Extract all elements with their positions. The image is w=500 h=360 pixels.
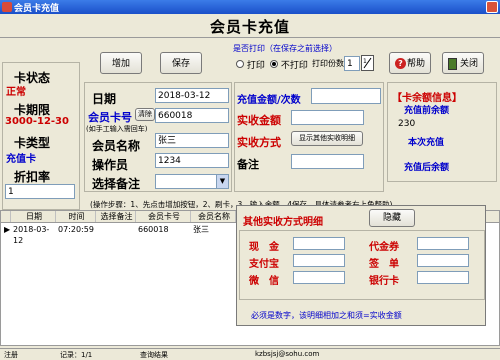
card-type-value: 充值卡: [6, 154, 36, 165]
remark-select-label: 选择备注: [92, 177, 141, 191]
card-number-label: 会员卡号: [88, 111, 132, 124]
grid-row-indicator-header: [1, 211, 11, 222]
clear-button[interactable]: 清除: [135, 108, 155, 121]
calculator-icon[interactable]: 1: [361, 55, 374, 71]
balance-after-label: 充值后余额: [404, 163, 450, 173]
balance-before-value: 230: [398, 119, 416, 129]
wechat-label: 微 信: [249, 276, 279, 287]
operator-input[interactable]: 1234: [155, 153, 229, 168]
amount-input[interactable]: [311, 88, 381, 104]
row-pointer-icon: ▶: [4, 225, 11, 234]
col-card-number[interactable]: 会员卡号: [136, 211, 191, 222]
voucher-label: 代金券: [369, 242, 399, 253]
divider: [0, 37, 500, 38]
print-label: 打印: [246, 61, 265, 71]
show-other-payment-button[interactable]: 显示其他实收明细: [291, 131, 363, 146]
print-radio[interactable]: 打印: [236, 58, 265, 71]
help-icon: ?: [395, 58, 406, 69]
status-records: 记录：1/1: [60, 351, 93, 359]
save-button[interactable]: 保存: [160, 52, 202, 74]
noprint-radio[interactable]: 不打印: [270, 58, 308, 71]
discount-label: 折扣率: [14, 170, 51, 184]
radio-noprint[interactable]: [270, 60, 278, 68]
copies-input[interactable]: 1: [344, 56, 360, 71]
svg-text:1: 1: [363, 58, 367, 65]
help-label: 帮助: [406, 59, 425, 69]
card-number-input[interactable]: 660018: [155, 108, 229, 123]
radio-print[interactable]: [236, 60, 244, 68]
card-number-hint: (如手工输入需回车): [86, 125, 148, 133]
print-question: 是否打印（在保存之前选择）: [233, 44, 337, 53]
window-title: 会员卡充值: [14, 4, 60, 14]
status-query: 查询结果: [140, 351, 168, 359]
note-input[interactable]: [291, 154, 364, 169]
status-bar: 注册 记录：1/1 查询结果 kzbsjsj@sohu.com: [0, 348, 500, 359]
chevron-down-icon[interactable]: ▼: [216, 175, 228, 188]
remark-select[interactable]: ▼: [155, 174, 229, 189]
cell-remark: [96, 224, 136, 235]
payment-detail-title: 其他实收方式明细: [243, 217, 323, 228]
amount-label: 充值金额/次数: [237, 95, 301, 106]
payment-detail-panel: 其他实收方式明细 隐藏 现 金 支付宝 微 信 代金券 签 单 银行卡 必须是数…: [236, 205, 486, 326]
date-label: 日期: [92, 92, 117, 106]
actual-amount-input[interactable]: [291, 110, 364, 125]
bankcard-label: 银行卡: [369, 276, 399, 287]
cell-member-name: 张三: [193, 225, 209, 234]
card-status-value: 正常: [6, 87, 26, 98]
copies-label: 打印份数: [312, 59, 344, 68]
voucher-input[interactable]: [417, 237, 469, 250]
date-input[interactable]: 2018-03-12: [155, 88, 229, 103]
col-time[interactable]: 时间: [56, 211, 96, 222]
noprint-label: 不打印: [280, 61, 308, 71]
this-recharge-label: 本次充值: [408, 138, 445, 148]
cell-time: 07:20:59: [58, 225, 94, 234]
help-button[interactable]: ? 帮助: [389, 52, 431, 74]
window-close-button[interactable]: [486, 1, 498, 13]
status-email: kzbsjsj@sohu.com: [255, 350, 320, 358]
cash-label: 现 金: [249, 242, 279, 253]
balance-title: 【卡余额信息】: [392, 93, 462, 104]
col-date[interactable]: 日期: [11, 211, 56, 222]
member-name-input[interactable]: 张三: [155, 133, 229, 148]
balance-before-label: 充值前余额: [404, 106, 450, 116]
cash-input[interactable]: [293, 237, 345, 250]
card-expiry-value: 3000-12-30: [5, 116, 69, 127]
close-label: 关闭: [459, 59, 478, 69]
payment-method-label: 实收方式: [237, 136, 281, 149]
sign-label: 签 单: [369, 259, 399, 270]
col-member-name[interactable]: 会员名称: [191, 211, 236, 222]
note-label: 备注: [237, 158, 259, 171]
wechat-input[interactable]: [293, 271, 345, 284]
actual-amount-label: 实收金额: [237, 114, 281, 127]
member-name-label: 会员名称: [92, 139, 141, 153]
alipay-input[interactable]: [293, 254, 345, 267]
sign-input[interactable]: [417, 254, 469, 267]
page-title: 会员卡充值: [209, 18, 290, 36]
cell-date: 2018-03-12: [13, 225, 50, 245]
col-remark[interactable]: 选择备注: [96, 211, 136, 222]
card-type-label: 卡类型: [14, 136, 51, 150]
status-register: 注册: [4, 351, 18, 359]
bankcard-input[interactable]: [417, 271, 469, 284]
discount-input[interactable]: 1: [5, 184, 75, 199]
close-door-icon: [448, 58, 457, 70]
app-icon: [2, 2, 12, 12]
close-button[interactable]: 关闭: [442, 52, 484, 74]
title-bar: 会员卡充值: [0, 0, 500, 14]
alipay-label: 支付宝: [249, 259, 279, 270]
table-row[interactable]: ▶ 2018-03-12 07:20:59 660018 张三: [1, 224, 241, 245]
cell-card-number: 660018: [138, 225, 169, 234]
operator-label: 操作员: [92, 158, 129, 172]
payment-detail-footer: 必须是数字，该明细相加之和须=实收金额: [251, 311, 402, 320]
hide-button[interactable]: 隐藏: [369, 209, 415, 227]
add-button[interactable]: 增加: [100, 52, 142, 74]
